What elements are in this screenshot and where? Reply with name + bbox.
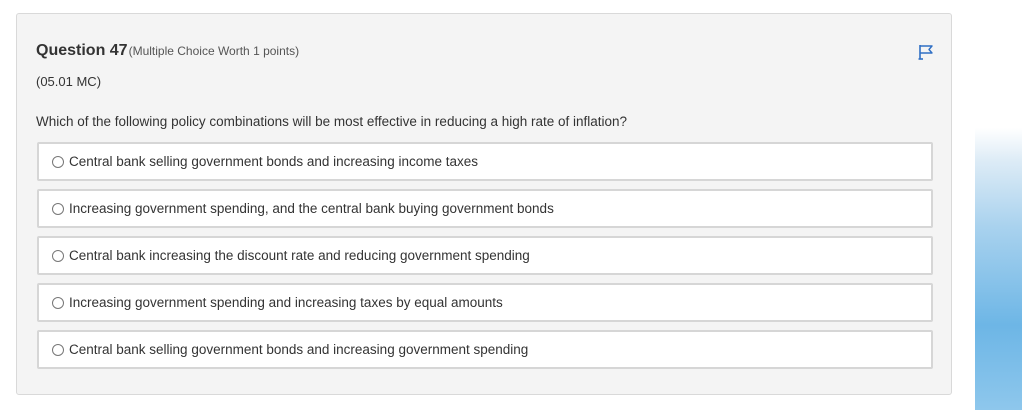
- answer-options: Central bank selling government bonds an…: [37, 142, 933, 377]
- answer-option-5[interactable]: Central bank selling government bonds an…: [37, 330, 933, 369]
- answer-option-3[interactable]: Central bank increasing the discount rat…: [37, 236, 933, 275]
- answer-option-1[interactable]: Central bank selling government bonds an…: [37, 142, 933, 181]
- flag-question-button[interactable]: [917, 43, 935, 61]
- question-header: Question 47 (Multiple Choice Worth 1 poi…: [36, 42, 299, 60]
- answer-option-label: Central bank selling government bonds an…: [69, 154, 478, 169]
- question-title: Question 47: [36, 42, 128, 59]
- question-prompt: Which of the following policy combinatio…: [36, 114, 628, 129]
- answer-option-4[interactable]: Increasing government spending and incre…: [37, 283, 933, 322]
- page: Question 47 (Multiple Choice Worth 1 poi…: [0, 0, 1022, 410]
- radio-button[interactable]: [52, 296, 64, 309]
- answer-option-label: Increasing government spending, and the …: [69, 201, 554, 216]
- question-meta: (Multiple Choice Worth 1 points): [128, 44, 300, 58]
- answer-option-label: Increasing government spending and incre…: [69, 295, 503, 310]
- radio-button[interactable]: [52, 202, 64, 215]
- radio-button[interactable]: [52, 155, 64, 168]
- flag-icon: [918, 45, 933, 60]
- radio-button[interactable]: [52, 343, 64, 356]
- answer-option-label: Central bank increasing the discount rat…: [69, 248, 530, 263]
- radio-button[interactable]: [52, 249, 64, 262]
- answer-option-label: Central bank selling government bonds an…: [69, 342, 529, 357]
- side-decoration: [975, 128, 1022, 410]
- answer-option-2[interactable]: Increasing government spending, and the …: [37, 189, 933, 228]
- question-card: Question 47 (Multiple Choice Worth 1 poi…: [16, 13, 952, 395]
- question-code: (05.01 MC): [36, 74, 102, 89]
